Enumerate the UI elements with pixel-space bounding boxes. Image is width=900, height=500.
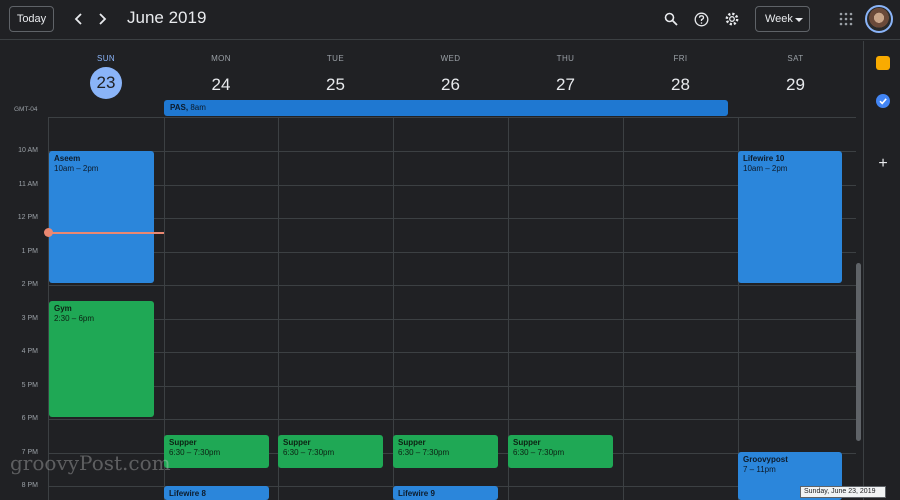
event-card[interactable]: Aseem 10am – 2pm bbox=[49, 151, 154, 283]
help-icon[interactable] bbox=[692, 10, 710, 28]
hour-label: 1 PM bbox=[21, 248, 38, 255]
event-title: Gym bbox=[54, 304, 72, 313]
event-card[interactable]: Lifewire 10 10am – 2pm bbox=[738, 151, 842, 283]
allday-event[interactable]: PAS, 8am bbox=[164, 100, 728, 116]
avatar[interactable] bbox=[865, 5, 893, 33]
grid-hour-line bbox=[48, 386, 856, 387]
event-title: Lifewire 8 bbox=[169, 489, 206, 498]
event-card[interactable]: Gym 2:30 – 6pm bbox=[49, 301, 154, 417]
grid-hour-line bbox=[48, 117, 856, 118]
tasks-icon[interactable] bbox=[876, 94, 890, 108]
hour-label: 3 PM bbox=[21, 315, 38, 322]
chevron-right-icon[interactable] bbox=[93, 9, 111, 29]
event-time: 6:30 – 7:30pm bbox=[513, 448, 565, 457]
event-card[interactable]: Supper 6:30 – 7:30pm bbox=[278, 435, 383, 468]
allday-event-time: 8am bbox=[190, 103, 206, 112]
event-card[interactable]: Supper 6:30 – 7:30pm bbox=[164, 435, 269, 468]
grid-hour-line bbox=[48, 218, 856, 219]
event-time: 6:30 – 7:30pm bbox=[398, 448, 450, 457]
event-card[interactable]: Lifewire 8 bbox=[164, 486, 269, 500]
event-title: Supper bbox=[169, 438, 197, 447]
hour-label: 4 PM bbox=[21, 348, 38, 355]
hour-label: 8 PM bbox=[21, 482, 38, 489]
event-time: 2:30 – 6pm bbox=[54, 314, 95, 323]
hour-label: 12 PM bbox=[17, 214, 38, 221]
day-header-sun: SUN 23 bbox=[48, 41, 164, 101]
day-number[interactable]: 29 bbox=[780, 69, 812, 101]
hour-label: 10 AM bbox=[18, 147, 38, 154]
day-header-sat: SAT 29 bbox=[738, 41, 853, 101]
view-select-dropdown[interactable]: Week bbox=[755, 6, 810, 32]
event-time: 10am – 2pm bbox=[743, 164, 788, 173]
event-title: Supper bbox=[283, 438, 311, 447]
event-title: Lifewire 9 bbox=[398, 489, 435, 498]
event-time: 6:30 – 7:30pm bbox=[283, 448, 335, 457]
hour-label: 5 PM bbox=[21, 382, 38, 389]
apps-grid-icon[interactable] bbox=[837, 10, 855, 28]
day-header-thu: THU 27 bbox=[508, 41, 623, 101]
event-title: Groovypost bbox=[743, 455, 788, 464]
event-card[interactable]: Supper 6:30 – 7:30pm bbox=[393, 435, 498, 468]
day-number[interactable]: 27 bbox=[550, 69, 582, 101]
settings-gear-icon[interactable] bbox=[723, 10, 741, 28]
day-name: THU bbox=[556, 54, 575, 63]
event-title: Aseem bbox=[54, 154, 81, 163]
grid-hour-line bbox=[48, 319, 856, 320]
chevron-left-icon[interactable] bbox=[70, 9, 88, 29]
day-header-fri: FRI 28 bbox=[623, 41, 738, 101]
day-header-mon: MON 24 bbox=[164, 41, 278, 101]
current-time-dot bbox=[44, 228, 53, 237]
page-title: June 2019 bbox=[127, 8, 207, 27]
day-name: SAT bbox=[787, 54, 804, 63]
day-header-wed: WED 26 bbox=[393, 41, 508, 101]
event-card[interactable]: Supper 6:30 – 7:30pm bbox=[508, 435, 613, 468]
event-title: Supper bbox=[398, 438, 426, 447]
event-title: Supper bbox=[513, 438, 541, 447]
event-time: 7 – 11pm bbox=[743, 465, 776, 474]
date-tooltip: Sunday, June 23, 2019 bbox=[800, 486, 886, 498]
keep-icon[interactable] bbox=[876, 56, 890, 70]
event-card[interactable]: Lifewire 9 bbox=[393, 486, 498, 500]
grid-day-line bbox=[623, 117, 624, 500]
event-title: Lifewire 10 bbox=[743, 154, 785, 163]
grid-hour-line bbox=[48, 151, 856, 152]
hour-label: 6 PM bbox=[21, 415, 38, 422]
day-number[interactable]: 26 bbox=[435, 69, 467, 101]
current-time-line bbox=[48, 232, 164, 234]
day-name: MON bbox=[211, 54, 231, 63]
hour-label: 2 PM bbox=[21, 281, 38, 288]
search-icon[interactable] bbox=[662, 10, 680, 28]
day-number[interactable]: 25 bbox=[320, 69, 352, 101]
day-name: SUN bbox=[96, 54, 116, 63]
today-button[interactable]: Today bbox=[9, 6, 54, 32]
timezone-label: GMT-04 bbox=[14, 106, 38, 113]
grid-hour-line bbox=[48, 185, 856, 186]
scrollbar-thumb[interactable] bbox=[856, 263, 861, 441]
event-time: 6:30 – 7:30pm bbox=[169, 448, 221, 457]
grid-hour-line bbox=[48, 285, 856, 286]
day-name: TUE bbox=[326, 54, 345, 63]
event-time: 10am – 2pm bbox=[54, 164, 99, 173]
watermark: groovyPost.com bbox=[10, 451, 171, 475]
day-header-tue: TUE 25 bbox=[278, 41, 393, 101]
top-bar: Today June 2019 Week bbox=[0, 0, 900, 40]
day-number[interactable]: 28 bbox=[665, 69, 697, 101]
view-select-label: Week bbox=[765, 13, 793, 25]
grid-hour-line bbox=[48, 419, 856, 420]
grid-hour-line bbox=[48, 352, 856, 353]
allday-event-title: PAS, bbox=[170, 103, 189, 112]
side-panel: + bbox=[863, 41, 900, 500]
caret-down-icon bbox=[795, 18, 803, 22]
day-number[interactable]: 23 bbox=[90, 67, 122, 99]
grid-hour-line bbox=[48, 252, 856, 253]
day-number[interactable]: 24 bbox=[205, 69, 237, 101]
day-name: FRI bbox=[673, 54, 688, 63]
day-name: WED bbox=[440, 54, 461, 63]
add-addon-icon[interactable]: + bbox=[876, 156, 890, 172]
hour-label: 11 AM bbox=[18, 181, 38, 188]
